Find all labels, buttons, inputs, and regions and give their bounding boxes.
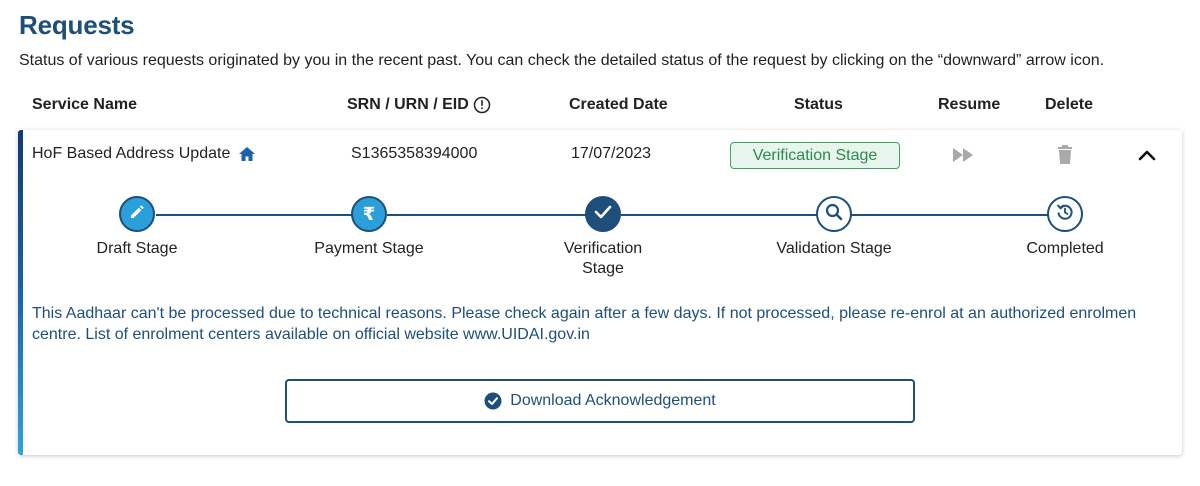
page-description: Status of various requests originated by… — [19, 52, 1105, 69]
download-acknowledgement-button[interactable]: Download Acknowledgement — [285, 379, 915, 423]
validation-stage-step — [816, 196, 852, 232]
status-message-line: This Aadhaar can't be processed due to t… — [32, 305, 1137, 322]
service-name: HoF Based Address Update — [32, 145, 231, 162]
rupee-icon: ₹ — [362, 203, 376, 225]
magnifier-icon — [824, 202, 844, 227]
draft-stage-label: Draft Stage — [96, 240, 178, 257]
home-icon — [238, 146, 256, 162]
trash-icon[interactable] — [1055, 144, 1075, 166]
verification-stage-label: Verification Stage — [563, 240, 643, 277]
srn-value: S1365358394000 — [351, 145, 478, 162]
refresh-icon — [1055, 202, 1075, 227]
payment-stage-label: Payment Stage — [314, 240, 424, 257]
progress-connector — [621, 214, 818, 216]
status-badge: Verification Stage — [730, 142, 900, 169]
verification-stage-step — [585, 196, 621, 232]
download-label: Download Acknowledgement — [510, 392, 716, 409]
status-message-line: centre. List of enrolment centers availa… — [32, 326, 590, 343]
page-title: Requests — [19, 10, 135, 40]
header-status: Status — [794, 96, 843, 113]
header-delete: Delete — [1045, 96, 1094, 113]
header-service-name: Service Name — [32, 96, 137, 113]
payment-stage-step: ₹ — [351, 196, 387, 232]
header-created-date: Created Date — [569, 96, 668, 113]
header-resume: Resume — [938, 96, 1001, 113]
pencil-icon — [128, 203, 146, 226]
progress-connector — [851, 214, 1049, 216]
check-circle-icon — [484, 392, 502, 410]
request-card: HoF Based Address Update S1365358394000 … — [18, 130, 1182, 455]
completed-stage-label: Completed — [1026, 240, 1104, 257]
chevron-up-icon[interactable] — [1137, 146, 1157, 164]
draft-stage-step — [119, 196, 155, 232]
created-date-value: 17/07/2023 — [571, 145, 652, 162]
fast-forward-icon[interactable] — [951, 145, 977, 165]
progress-connector — [387, 214, 588, 216]
check-icon — [594, 205, 612, 224]
status-message: This Aadhaar can't be processed due to t… — [32, 303, 1182, 345]
completed-step — [1047, 196, 1083, 232]
info-icon[interactable] — [473, 96, 491, 114]
header-srn: SRN / URN / EID — [347, 96, 491, 114]
service-name-cell: HoF Based Address Update — [32, 145, 256, 163]
progress-connector — [156, 214, 352, 216]
validation-stage-label: Validation Stage — [776, 240, 892, 257]
card-accent-bar — [18, 130, 23, 455]
